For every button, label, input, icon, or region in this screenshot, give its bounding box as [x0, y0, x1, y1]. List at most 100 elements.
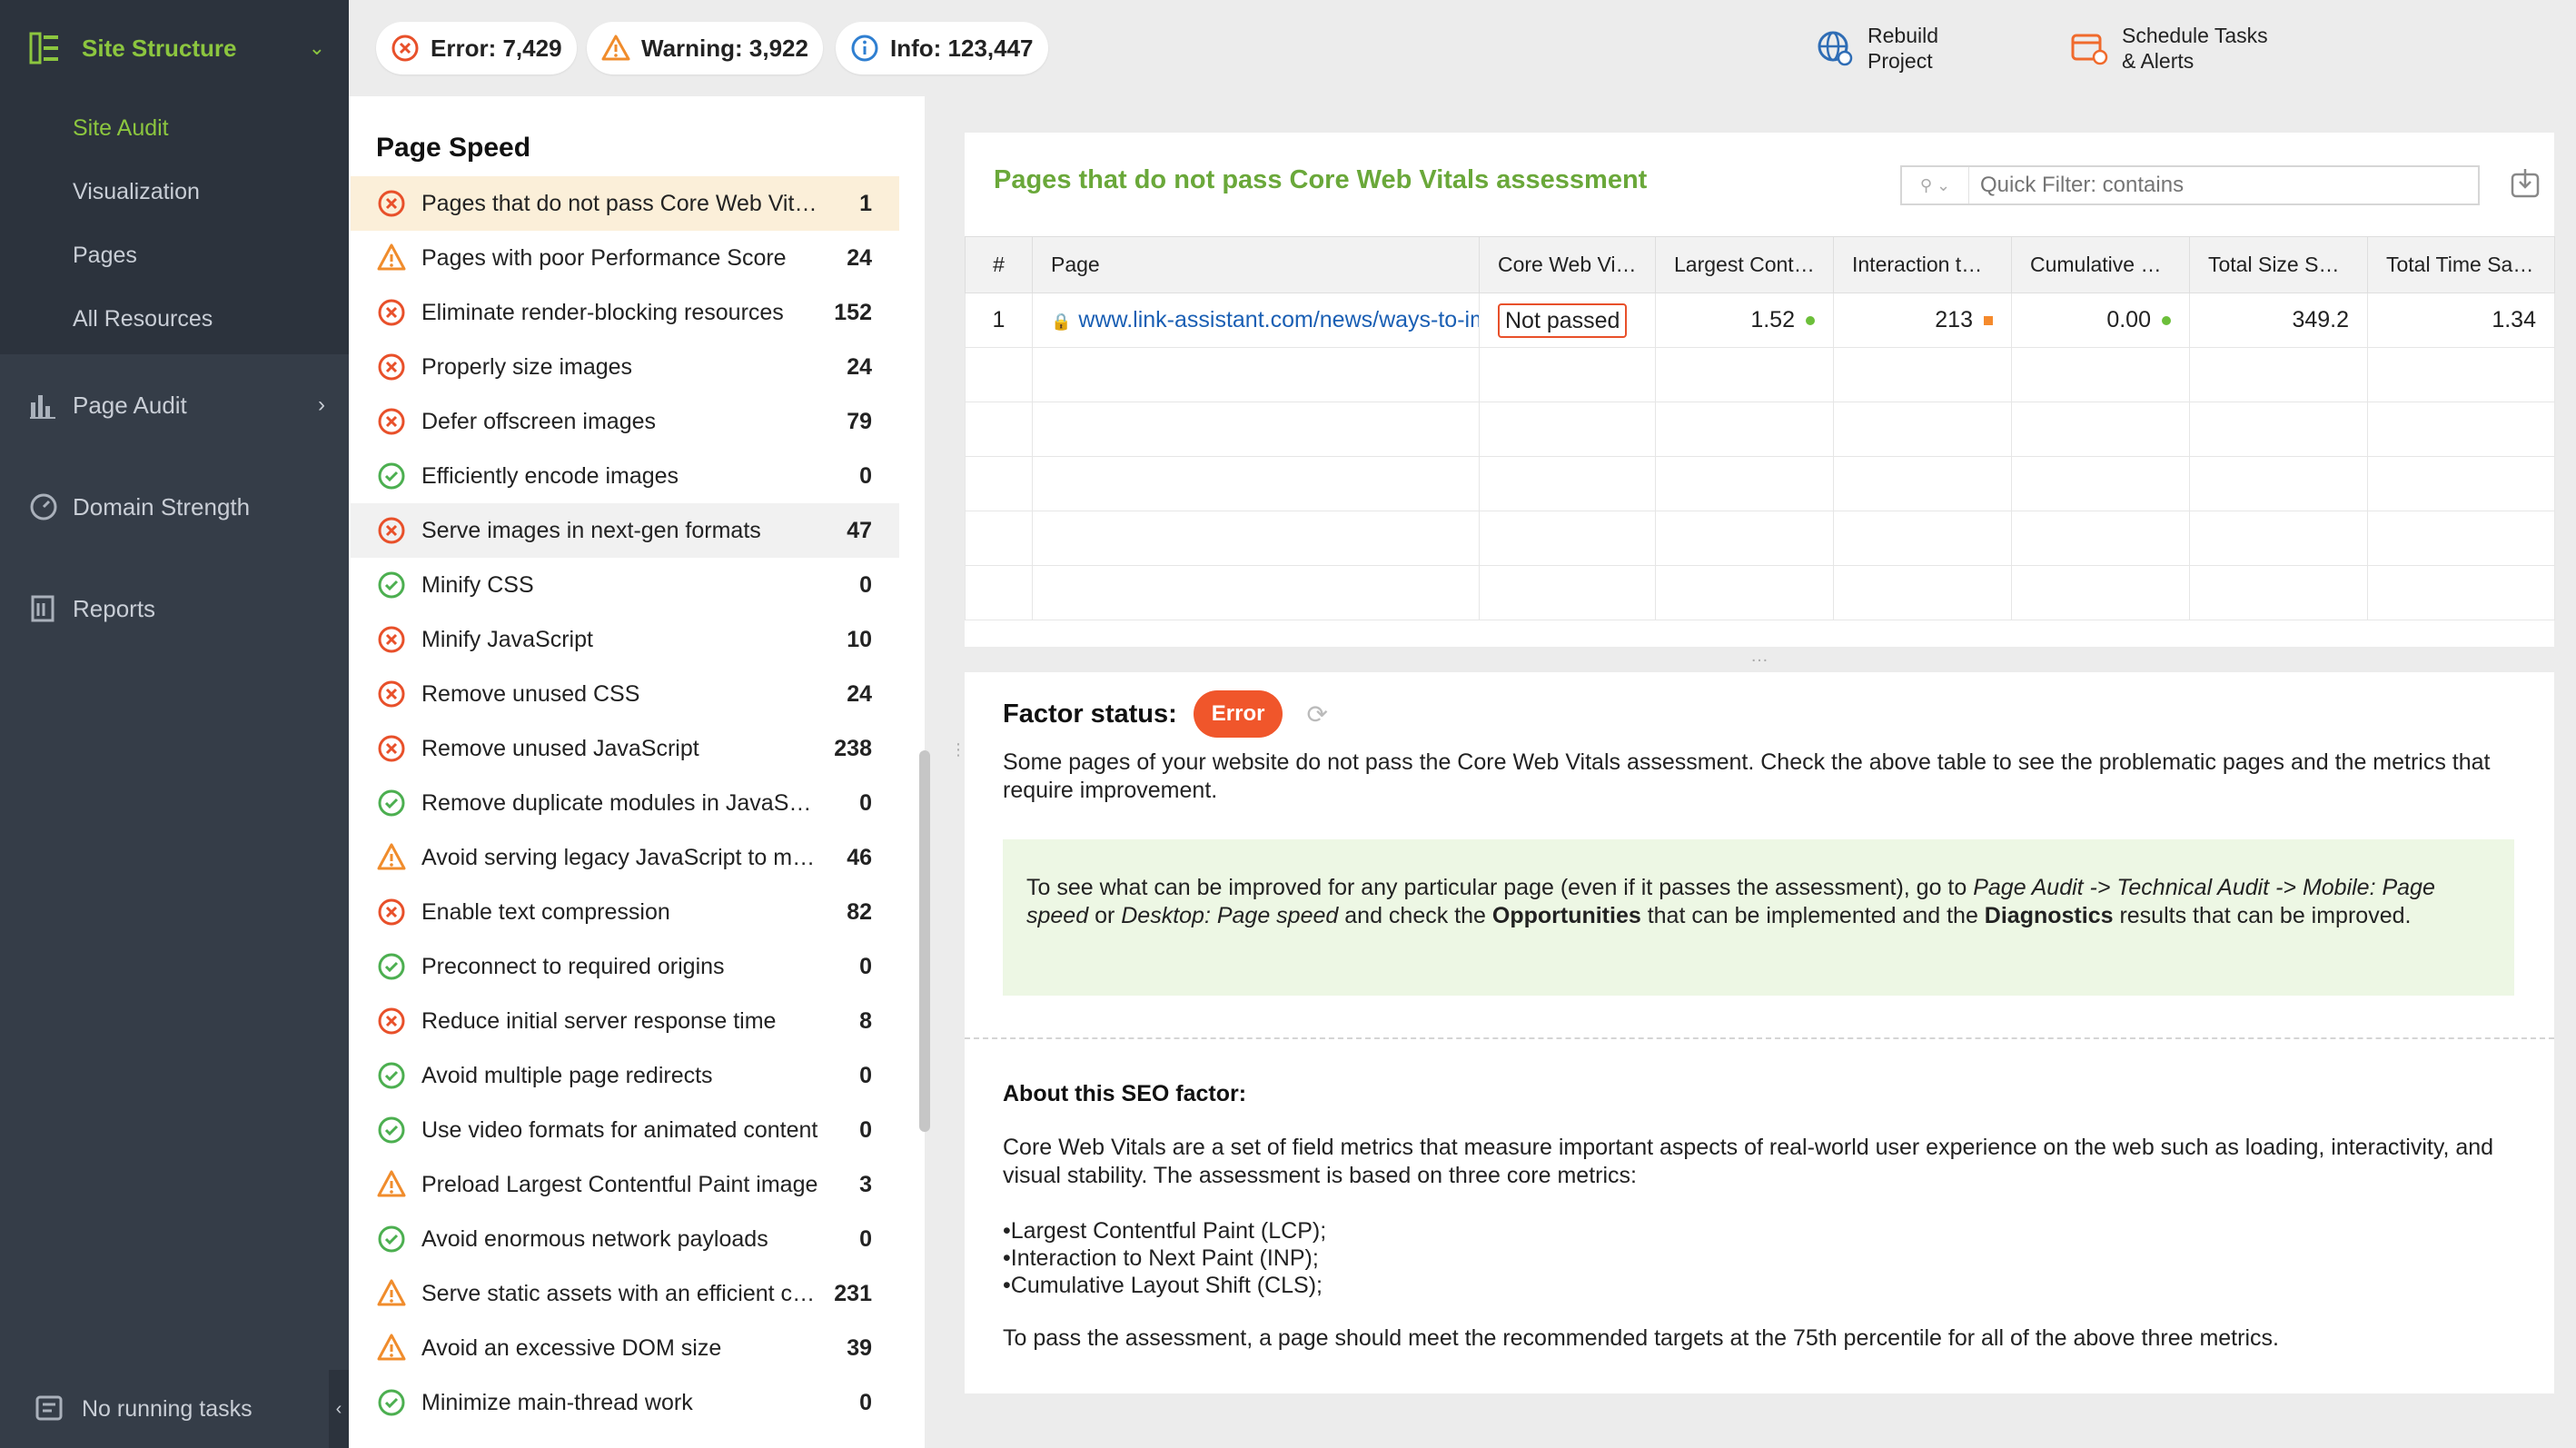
error-icon [391, 35, 419, 62]
schedule-tasks-button[interactable]: Schedule Tasks & Alerts [2069, 20, 2268, 76]
factor-title: Pages that do not pass Core Web Vitals a… [994, 165, 1648, 194]
section-divider [965, 1037, 2554, 1039]
error-icon [378, 735, 405, 762]
quick-filter[interactable]: ⚲ ⌄ [1900, 165, 2480, 205]
sidebar-item-visualization[interactable]: Visualization [0, 160, 349, 223]
check-item[interactable]: Efficiently encode images 0 [351, 449, 899, 503]
check-item[interactable]: Serve images in next-gen formats 47 [351, 503, 899, 558]
check-item[interactable]: Properly size images 24 [351, 340, 899, 394]
check-item[interactable]: Remove duplicate modules in JavaScript b… [351, 776, 899, 830]
lcp-value: 1.52 [1750, 307, 1795, 332]
running-tasks-status[interactable]: No running tasks [0, 1370, 329, 1448]
site-structure-submenu: Site Audit Visualization Pages All Resou… [0, 96, 349, 354]
factor-details-panel: Factor status: Error ⟳ Some pages of you… [965, 672, 2554, 1393]
check-item[interactable]: Remove unused CSS 24 [351, 667, 899, 721]
check-item[interactable]: Pages that do not pass Core Web Vitals a… [351, 176, 899, 231]
page-url-link[interactable]: www.link-assistant.com/news/ways-to-impr… [1078, 307, 1478, 332]
warning-count-pill[interactable]: Warning: 3,922 [587, 22, 823, 74]
col-header-inp[interactable]: Interaction to Next Paint [1833, 236, 2012, 293]
col-header-core-web-vitals[interactable]: Core Web Vitals [1479, 236, 1656, 293]
check-item[interactable]: Minify CSS 0 [351, 558, 899, 612]
check-count: 0 [859, 571, 872, 598]
check-item[interactable]: Preload Largest Contentful Paint image 3 [351, 1157, 899, 1212]
check-count: 39 [847, 1334, 872, 1361]
sidebar-item-domain-strength[interactable]: Domain Strength [0, 471, 349, 543]
info-count-pill[interactable]: Info: 123,447 [836, 22, 1048, 74]
export-icon[interactable] [2507, 165, 2543, 202]
list-item: •Interaction to Next Paint (INP); [1003, 1245, 1319, 1271]
check-icon [378, 953, 405, 980]
col-header-num[interactable]: # [965, 236, 1033, 293]
check-item[interactable]: Avoid an excessive DOM size 39 [351, 1321, 899, 1375]
check-label: Minimize main-thread work [421, 1389, 693, 1415]
metrics-list: •Largest Contentful Paint (LCP); •Intera… [1003, 1217, 1326, 1299]
lock-icon: 🔒 [1051, 312, 1072, 331]
check-item[interactable]: Avoid serving legacy JavaScript to moder… [351, 830, 899, 885]
check-item[interactable]: Avoid multiple page redirects 0 [351, 1048, 899, 1103]
error-icon [378, 517, 405, 544]
check-count: 3 [859, 1171, 872, 1197]
check-icon [378, 789, 405, 817]
check-item[interactable]: Avoid enormous network payloads 0 [351, 1212, 899, 1266]
not-passed-badge: Not passed [1498, 302, 1628, 338]
check-label: Enable text compression [421, 898, 670, 925]
page-url-cell[interactable]: 🔒 www.link-assistant.com/news/ways-to-imp… [1032, 293, 1480, 348]
check-item[interactable]: Remove unused JavaScript 238 [351, 721, 899, 776]
checks-scrollbar[interactable] [919, 105, 930, 1448]
chevron-down-icon[interactable]: ⌄ [309, 36, 325, 60]
collapse-sidebar-button[interactable]: ‹ [329, 1370, 349, 1448]
quick-filter-input[interactable] [1969, 167, 2478, 203]
col-header-total-time-savings[interactable]: Total Time Savings ▼ [2367, 236, 2555, 293]
col-header-page[interactable]: Page [1032, 236, 1480, 293]
sidebar-item-reports[interactable]: Reports [0, 572, 349, 645]
warning-icon [377, 843, 406, 870]
table-row[interactable]: 1 🔒 www.link-assistant.com/news/ways-to-i… [965, 293, 2555, 348]
col-header-lcp[interactable]: Largest Contentful Paint [1655, 236, 1834, 293]
check-item[interactable]: Enable text compression 82 [351, 885, 899, 939]
info-icon [851, 35, 878, 62]
sidebar-item-site-audit[interactable]: Site Audit [0, 96, 349, 160]
site-structure-section[interactable]: Site Structure ⌄ [0, 0, 349, 96]
tasks-icon [35, 1395, 63, 1421]
check-label: Defer offscreen images [421, 408, 656, 434]
check-item[interactable]: Minimize main-thread work 0 [351, 1375, 899, 1430]
sidebar-item-page-audit[interactable]: Page Audit › [0, 369, 349, 441]
list-item: •Largest Contentful Paint (LCP); [1003, 1218, 1327, 1244]
error-icon [378, 1007, 405, 1035]
sidebar-item-pages[interactable]: Pages [0, 223, 349, 287]
check-item[interactable]: Eliminate render-blocking resources 152 [351, 285, 899, 340]
check-item[interactable]: Use video formats for animated content 0 [351, 1103, 899, 1157]
check-item[interactable]: Pages with poor Performance Score 24 [351, 231, 899, 285]
col-header-cls[interactable]: Cumulative Layout Shift [2011, 236, 2190, 293]
lcp-cell: 1.52 [1655, 293, 1834, 348]
factor-status-badge[interactable]: Error [1193, 690, 1283, 738]
sidebar-item-all-resources[interactable]: All Resources [0, 287, 349, 351]
total-time-label: Total Time Savings [2386, 253, 2555, 276]
col-header-total-size-savings[interactable]: Total Size Savings [2189, 236, 2368, 293]
check-label: Pages that do not pass Core Web Vitals a… [421, 190, 821, 216]
horizontal-splitter-handle[interactable]: … [965, 647, 2554, 672]
check-item[interactable]: Reduce initial server response time 8 [351, 994, 899, 1048]
check-label: Efficiently encode images [421, 462, 679, 489]
error-count-pill[interactable]: Error: 7,429 [376, 22, 577, 74]
check-label: Remove duplicate modules in JavaScript b… [421, 789, 821, 816]
search-dropdown-icon[interactable]: ⚲ ⌄ [1902, 167, 1969, 203]
check-count: 46 [847, 844, 872, 870]
schedule-label-2: & Alerts [2122, 49, 2195, 73]
tip-or: or [1088, 903, 1122, 928]
check-item[interactable]: Minify JavaScript 10 [351, 612, 899, 667]
refresh-icon[interactable]: ⟳ [1306, 699, 1327, 729]
warning-icon [377, 243, 406, 271]
top-toolbar: Error: 7,429 Warning: 3,922 Info: 123,44… [349, 0, 2576, 96]
tip-text-3: that can be implemented and the [1640, 903, 1985, 928]
check-item[interactable]: Defer offscreen images 79 [351, 394, 899, 449]
check-label: Serve static assets with an efficient ca… [421, 1280, 821, 1306]
empty-table-row [965, 402, 2555, 457]
scrollbar-thumb[interactable] [919, 750, 930, 1132]
check-item[interactable]: Preconnect to required origins 0 [351, 939, 899, 994]
results-table: # Page Core Web Vitals Largest Contentfu… [965, 236, 2555, 620]
empty-table-row [965, 511, 2555, 566]
check-item[interactable]: Serve static assets with an efficient ca… [351, 1266, 899, 1321]
inp-cell: 213 [1833, 293, 2012, 348]
rebuild-project-button[interactable]: Rebuild Project [1815, 20, 1938, 76]
